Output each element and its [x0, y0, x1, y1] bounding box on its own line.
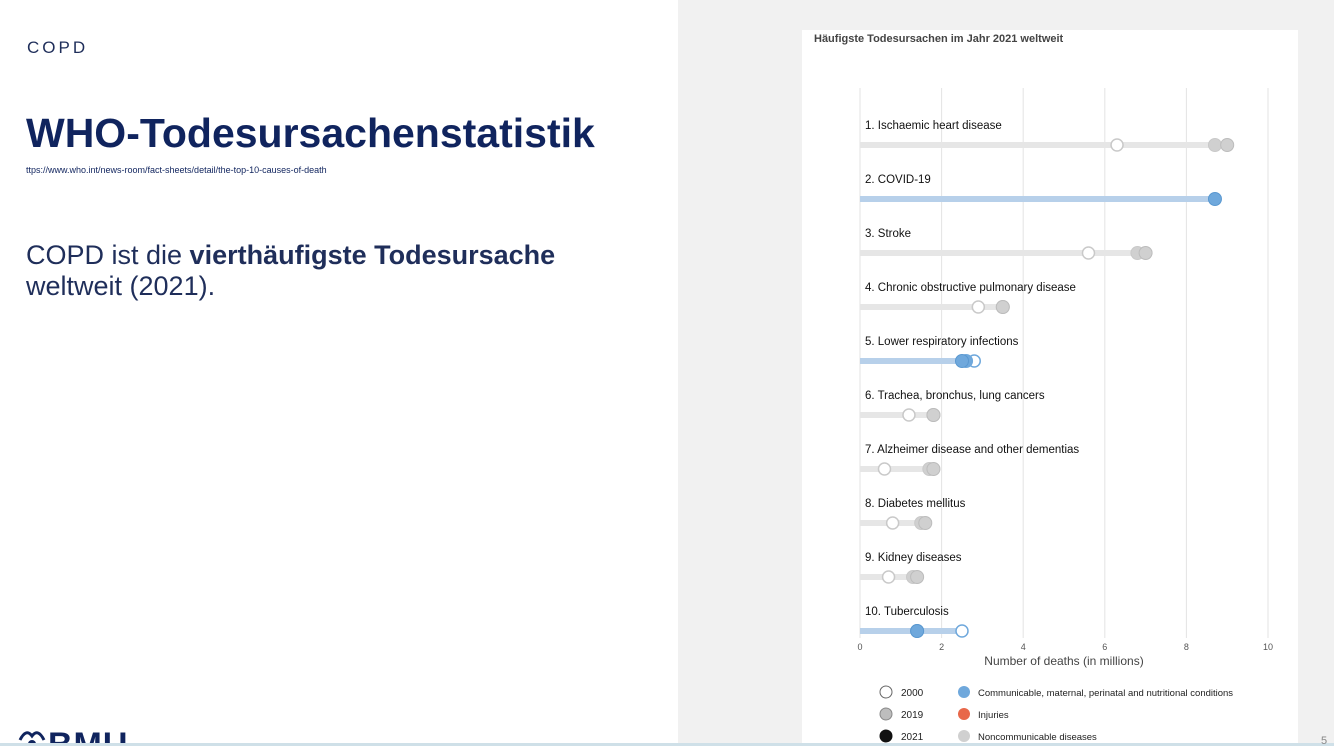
point-2019: [1207, 138, 1222, 152]
x-tick-label: 2: [939, 642, 944, 652]
x-tick-label: 4: [1021, 642, 1026, 652]
x-tick-label: 0: [857, 642, 862, 652]
cause-label: 4. Chronic obstructive pulmonary disease: [865, 282, 1076, 294]
legend-group-label: Communicable, maternal, perinatal and nu…: [978, 688, 1233, 699]
legend-year-marker: [879, 685, 893, 699]
page-number: 5: [1321, 735, 1328, 747]
cause-label: 8. Diabetes mellitus: [865, 498, 966, 510]
point-2000: [971, 300, 986, 314]
x-tick-label: 6: [1102, 642, 1107, 652]
point-2000: [877, 462, 892, 476]
point-2021: [918, 516, 933, 530]
legend-group-marker: [958, 730, 970, 742]
cause-bar: [860, 412, 934, 418]
legend-group-label: Noncommunicable diseases: [978, 732, 1097, 743]
point-2000: [1081, 246, 1096, 260]
cause-bar: [860, 142, 1228, 148]
x-axis-label: Number of deaths (in millions): [984, 654, 1143, 668]
legend-year-label: 2021: [901, 732, 924, 743]
point-2000: [902, 408, 916, 422]
point-2021: [1138, 246, 1153, 260]
legend-group-label: Injuries: [978, 710, 1009, 721]
deaths-chart: 0 2 4 6 8 10 Number of deaths (in millions) 1. …: [857, 88, 1273, 743]
point-2000: [955, 624, 969, 638]
source-link[interactable]: ttps://www.who.int/news-room/fact-sheets…: [26, 165, 327, 175]
point-2021: [1220, 138, 1235, 152]
section-label: COPD: [27, 38, 89, 57]
cause-label: 10. Tuberculosis: [865, 606, 949, 618]
body-text-pre: COPD ist die: [26, 240, 190, 270]
cause-label: 7. Alzheimer disease and other dementias: [865, 444, 1079, 456]
legend-year-marker: [879, 729, 893, 743]
body-text-bold: vierthäufigste Todesursache: [189, 240, 556, 270]
chart-panel: Häufigste Todesursachen im Jahr 2021 wel…: [802, 30, 1298, 746]
cause-label: 9. Kidney diseases: [865, 552, 962, 564]
point-2021: [910, 570, 925, 584]
point-2021: [926, 462, 941, 476]
x-tick-label: 10: [1263, 642, 1273, 652]
body-text-post: weltweit (2021).: [26, 271, 216, 301]
point-2000: [885, 516, 900, 530]
cause-label: 5. Lower respiratory infections: [865, 336, 1019, 348]
point-2021: [910, 624, 925, 638]
legend-group-marker: [958, 708, 970, 720]
cause-label: 6. Trachea, bronchus, lung cancers: [865, 390, 1045, 402]
x-tick-label: 8: [1184, 642, 1189, 652]
cause-bar: [860, 250, 1146, 256]
point-2000: [1110, 138, 1124, 152]
cause-label: 1. Ischaemic heart disease: [865, 120, 1002, 132]
point-2000: [881, 570, 896, 584]
slide-title: WHO-Todesursachenstatistik: [26, 110, 595, 156]
point-2021: [995, 300, 1010, 314]
slide-body-text: COPD ist die vierthäufigste Todesursache…: [26, 240, 626, 302]
point-2021: [1207, 192, 1222, 206]
legend-year-label: 2019: [901, 710, 924, 721]
cause-label: 3. Stroke: [865, 228, 911, 240]
cause-label: 2. COVID-19: [865, 174, 931, 186]
cause-bar: [860, 196, 1215, 202]
slide-left-panel: COPD WHO-Todesursachenstatistik ttps://w…: [0, 0, 678, 746]
legend-year-marker: [879, 707, 893, 721]
legend-group-marker: [958, 686, 970, 698]
point-2021: [955, 354, 969, 368]
point-2021: [926, 408, 941, 422]
legend-year-label: 2000: [901, 688, 924, 699]
